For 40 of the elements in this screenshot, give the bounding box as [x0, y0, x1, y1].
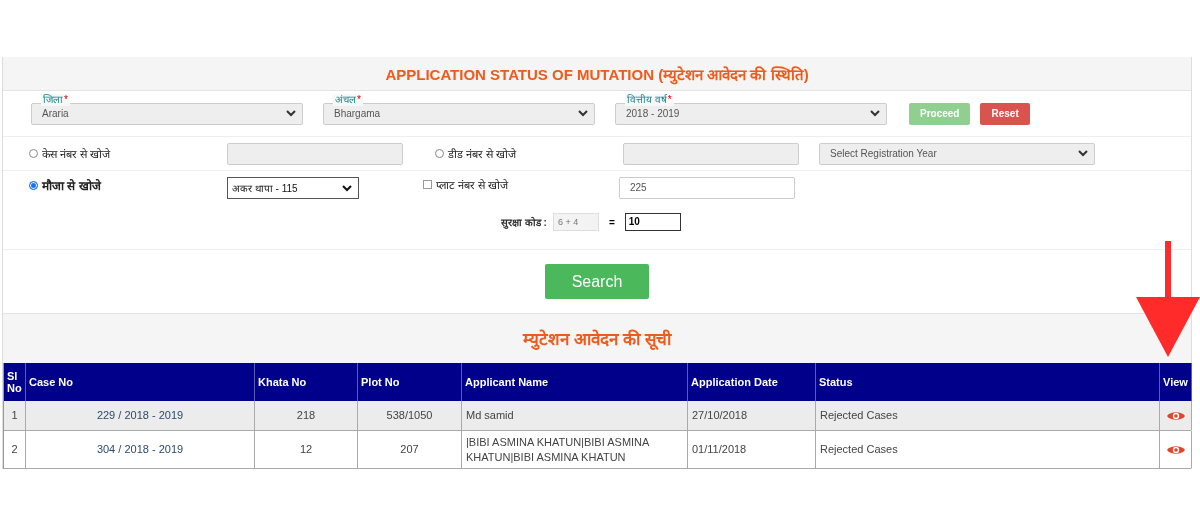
- input-field[interactable]: [623, 142, 799, 165]
- table-cell: 218: [255, 401, 358, 430]
- table-cell: 27/10/2018: [688, 401, 816, 430]
- table-cell: 538/1050: [358, 401, 462, 430]
- radio-option[interactable]: केस नंबर से खोजे: [29, 146, 227, 161]
- list-title: म्युटेशन आवेदन की सूची: [523, 328, 671, 350]
- chevron-icon: [578, 110, 588, 117]
- table-cell: Rejected Cases: [816, 431, 1160, 468]
- table-cell: 2: [4, 431, 26, 468]
- chevron-icon: [286, 110, 296, 117]
- view-eye-icon[interactable]: [1165, 443, 1186, 456]
- table-cell: 12: [255, 431, 358, 468]
- registration-year-dropdown[interactable]: Select Registration Year: [819, 142, 1095, 165]
- table-cell: 229 / 2018 - 2019: [26, 401, 255, 430]
- table-cell: |BIBI ASMINA KHATUN|BIBI ASMINA KHATUN|BIBI ASMINA KHATUN: [462, 431, 688, 468]
- chevron-icon: [870, 110, 880, 117]
- captcha-question: 6 + 4: [552, 213, 599, 231]
- page-title: APPLICATION STATUS OF MUTATION (म्युटेशन आवेदन की स्थिति): [385, 64, 809, 84]
- dropdown[interactable]: Bhargama: [323, 102, 595, 125]
- checkbox-option[interactable]: प्लाट नंबर से खोजे: [423, 177, 619, 192]
- table-cell: Rejected Cases: [816, 401, 1160, 430]
- captcha-answer-field[interactable]: 10: [624, 213, 681, 231]
- mouza-dropdown[interactable]: अकर थापा - 115: [227, 177, 359, 199]
- view-eye-icon[interactable]: [1165, 409, 1186, 422]
- captcha-label: सुरक्षा कोड :: [501, 215, 547, 229]
- input-field[interactable]: [227, 142, 403, 165]
- equals-sign: =: [608, 216, 615, 228]
- table-cell: 01/11/2018: [688, 431, 816, 468]
- table-cell: 304 / 2018 - 2019: [26, 431, 255, 468]
- radio-option[interactable]: मौजा से खोजे: [29, 177, 227, 194]
- table-cell: 1: [4, 401, 26, 430]
- plot-number-field[interactable]: 225: [619, 177, 795, 199]
- table-cell: 207: [358, 431, 462, 468]
- dropdown[interactable]: 2018 - 2019: [615, 102, 887, 125]
- chevron-icon: [342, 184, 352, 192]
- dropdown[interactable]: Araria: [31, 102, 303, 125]
- reset-button[interactable]: Reset: [980, 102, 1030, 125]
- chevron-icon: [1078, 150, 1088, 157]
- radio-option[interactable]: डीड नंबर से खोजे: [435, 146, 623, 161]
- table-cell: Md samid: [462, 401, 688, 430]
